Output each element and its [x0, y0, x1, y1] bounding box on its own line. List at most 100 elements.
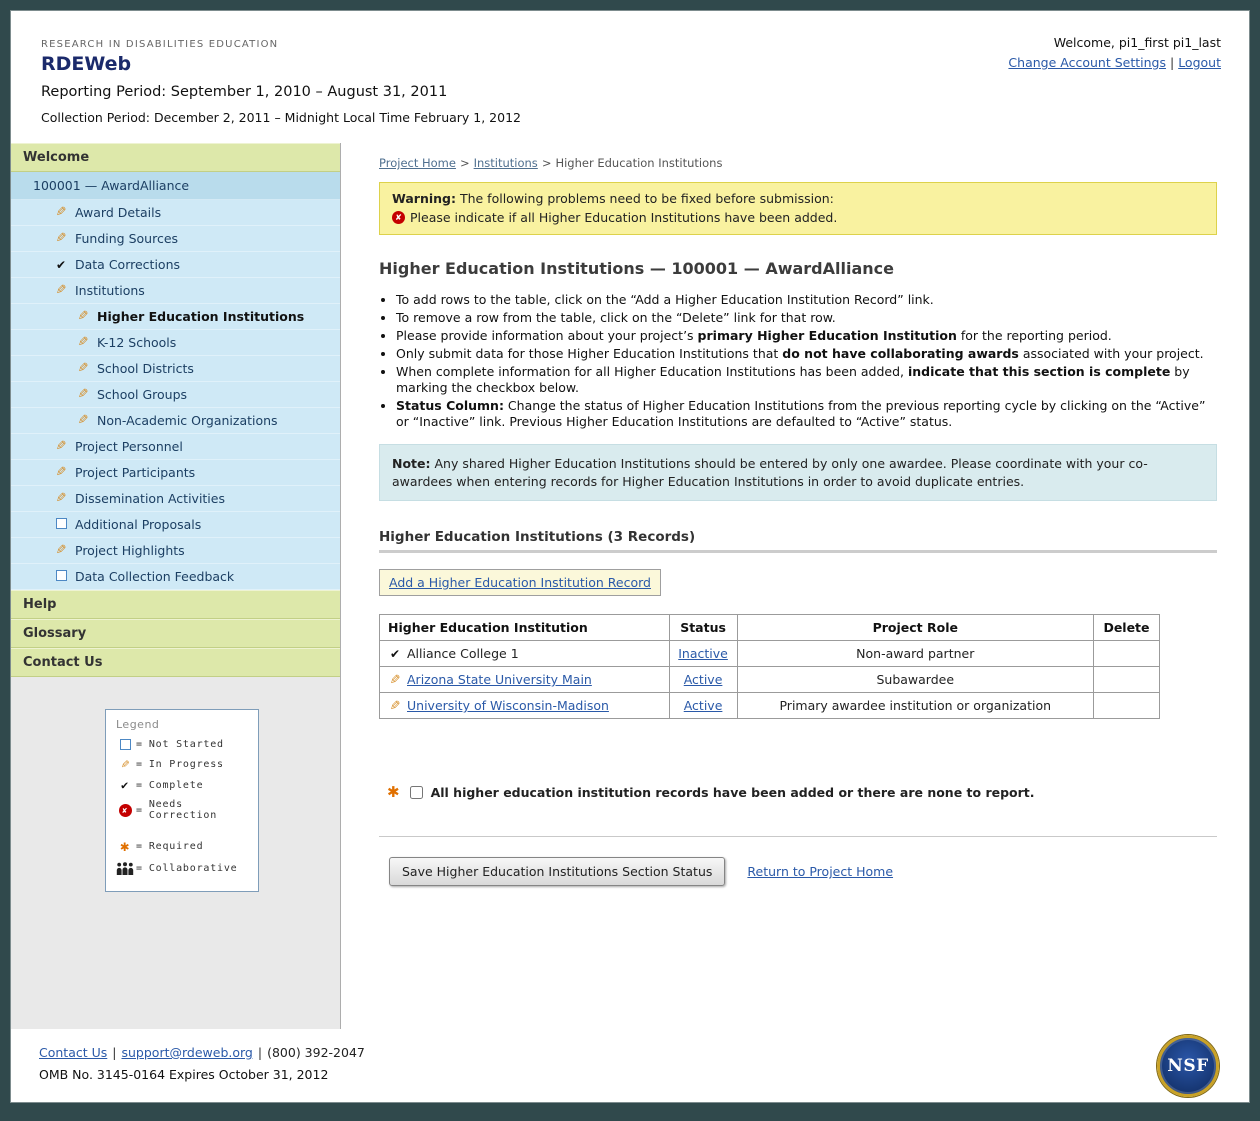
bullet-bold: primary Higher Education Institution	[698, 328, 957, 343]
header: RESEARCH IN DISABILITIES EDUCATION RDEWe…	[11, 11, 1249, 143]
return-project-home-link[interactable]: Return to Project Home	[747, 864, 893, 879]
legend-separator: =	[136, 841, 143, 852]
instruction-item: To remove a row from the table, click on…	[396, 310, 1217, 326]
bullet-text: associated with your project.	[1019, 346, 1204, 361]
sidebar-item-award-details[interactable]: ✎ Award Details	[11, 200, 340, 226]
legend-separator: =	[136, 759, 143, 770]
bullet-text: for the reporting period.	[957, 328, 1112, 343]
delete-cell	[1093, 693, 1159, 719]
sidebar-item-project-highlights[interactable]: ✎ Project Highlights	[11, 538, 340, 564]
sidebar-item-label: Additional Proposals	[75, 517, 201, 532]
page: RESEARCH IN DISABILITIES EDUCATION RDEWe…	[10, 10, 1250, 1103]
institution-name: Alliance College 1	[407, 646, 519, 661]
sidebar-item-label: Dissemination Activities	[75, 491, 225, 506]
sidebar-item-school-districts[interactable]: ✎ School Districts	[11, 356, 340, 382]
sidebar-item-label: Award Details	[75, 205, 161, 220]
actions-divider	[379, 836, 1217, 837]
pencil-icon: ✎	[53, 206, 69, 219]
footer-email-link[interactable]: support@rdeweb.org	[122, 1045, 253, 1060]
status-cell: Active	[669, 667, 737, 693]
sidebar-item-k12-schools[interactable]: ✎ K-12 Schools	[11, 330, 340, 356]
sidebar-item-institutions[interactable]: ✎ Institutions	[11, 278, 340, 304]
records-count-heading: Higher Education Institutions (3 Records…	[379, 529, 1217, 553]
sidebar-item-label: Funding Sources	[75, 231, 178, 246]
sidebar-item-project-participants[interactable]: ✎ Project Participants	[11, 460, 340, 486]
legend-row-needs-correction: ✘ = Needs Correction	[116, 799, 248, 821]
add-record-link[interactable]: Add a Higher Education Institution Recor…	[379, 569, 661, 596]
warning-box: Warning: The following problems need to …	[379, 182, 1217, 235]
instruction-item: Status Column: Change the status of High…	[396, 398, 1217, 430]
legend-label: Required	[149, 841, 204, 852]
status-toggle-link[interactable]: Active	[684, 672, 723, 687]
bullet-bold: Status Column:	[396, 398, 504, 413]
delete-cell	[1093, 641, 1159, 667]
required-asterisk-icon: ✱	[387, 785, 400, 800]
welcome-user: Welcome, pi1_first pi1_last	[1008, 35, 1221, 50]
delete-cell	[1093, 667, 1159, 693]
status-toggle-link[interactable]: Active	[684, 698, 723, 713]
sidebar-item-additional-proposals[interactable]: Additional Proposals	[11, 512, 340, 538]
column-header-status: Status	[669, 615, 737, 641]
section-complete-checkbox[interactable]	[410, 786, 423, 799]
sidebar-item-label: Institutions	[75, 283, 145, 298]
sidebar-item-project-personnel[interactable]: ✎ Project Personnel	[11, 434, 340, 460]
pencil-icon: ✎	[53, 544, 69, 557]
sidebar-item-label: Project Participants	[75, 465, 195, 480]
sidebar-item-higher-education-institutions[interactable]: ✎ Higher Education Institutions	[11, 304, 340, 330]
separator: |	[112, 1045, 116, 1060]
sidebar-item-glossary[interactable]: Glossary	[11, 619, 340, 648]
legend-label: Collaborative	[149, 863, 238, 874]
breadcrumb-institutions[interactable]: Institutions	[474, 156, 538, 170]
institution-cell: ✔Alliance College 1	[380, 641, 670, 667]
main-content: Project Home>Institutions>Higher Educati…	[341, 143, 1249, 1029]
bullet-text: Change the status of Higher Education In…	[396, 398, 1205, 429]
footer-contact-line: Contact Us|support@rdeweb.org|(800) 392-…	[39, 1045, 1221, 1060]
status-cell: Inactive	[669, 641, 737, 667]
pencil-icon: ✎	[53, 284, 69, 297]
sidebar-item-welcome[interactable]: Welcome	[11, 143, 340, 172]
sidebar-item-label: Data Collection Feedback	[75, 569, 234, 584]
breadcrumb-project-home[interactable]: Project Home	[379, 156, 456, 170]
check-icon: ✔	[53, 259, 69, 271]
project-role-cell: Primary awardee institution or organizat…	[737, 693, 1093, 719]
status-toggle-link[interactable]: Inactive	[678, 646, 728, 661]
bullet-text: Please provide information about your pr…	[396, 328, 698, 343]
footer-contact-link[interactable]: Contact Us	[39, 1045, 107, 1060]
sidebar-item-dissemination-activities[interactable]: ✎ Dissemination Activities	[11, 486, 340, 512]
sidebar-item-school-groups[interactable]: ✎ School Groups	[11, 382, 340, 408]
column-header-project-role: Project Role	[737, 615, 1093, 641]
omb-line: OMB No. 3145-0164 Expires October 31, 20…	[39, 1067, 1221, 1082]
instruction-item: Please provide information about your pr…	[396, 328, 1217, 344]
warning-text: The following problems need to be fixed …	[456, 191, 834, 206]
needs-correction-icon: ✘	[116, 804, 134, 817]
institutions-table: Higher Education Institution Status Proj…	[379, 614, 1160, 719]
logout-link[interactable]: Logout	[1178, 55, 1221, 70]
legend-separator: =	[136, 863, 143, 874]
check-icon: ✔	[116, 779, 134, 791]
separator: |	[258, 1045, 262, 1060]
not-started-checkbox-icon	[53, 517, 69, 532]
legend-separator: =	[136, 739, 143, 750]
bullet-text: To remove a row from the table, click on…	[396, 310, 836, 325]
pencil-icon: ✎	[116, 758, 134, 771]
institution-name-link[interactable]: Arizona State University Main	[407, 672, 592, 687]
sidebar-item-contact-us[interactable]: Contact Us	[11, 648, 340, 677]
project-role-cell: Non-award partner	[737, 641, 1093, 667]
sidebar-item-help[interactable]: Help	[11, 590, 340, 619]
legend-separator: =	[136, 780, 143, 791]
institution-name-link[interactable]: University of Wisconsin-Madison	[407, 698, 609, 713]
footer: Contact Us|support@rdeweb.org|(800) 392-…	[11, 1029, 1249, 1102]
account-links: Change Account Settings|Logout	[1008, 55, 1221, 70]
save-section-status-button[interactable]: Save Higher Education Institutions Secti…	[389, 857, 725, 886]
table-row: ✎Arizona State University Main Active Su…	[380, 667, 1160, 693]
sidebar-item-data-corrections[interactable]: ✔ Data Corrections	[11, 252, 340, 278]
sidebar-item-non-academic-organizations[interactable]: ✎ Non-Academic Organizations	[11, 408, 340, 434]
collaborative-people-icon	[116, 862, 134, 875]
legend-row-required: ✱ = Required	[116, 839, 248, 854]
legend-label: Not Started	[149, 739, 224, 750]
sidebar-item-data-collection-feedback[interactable]: Data Collection Feedback	[11, 564, 340, 590]
sidebar-award[interactable]: 100001 — AwardAlliance	[11, 172, 340, 200]
sidebar-item-funding-sources[interactable]: ✎ Funding Sources	[11, 226, 340, 252]
breadcrumb-separator: >	[542, 156, 552, 170]
change-account-settings-link[interactable]: Change Account Settings	[1008, 55, 1166, 70]
